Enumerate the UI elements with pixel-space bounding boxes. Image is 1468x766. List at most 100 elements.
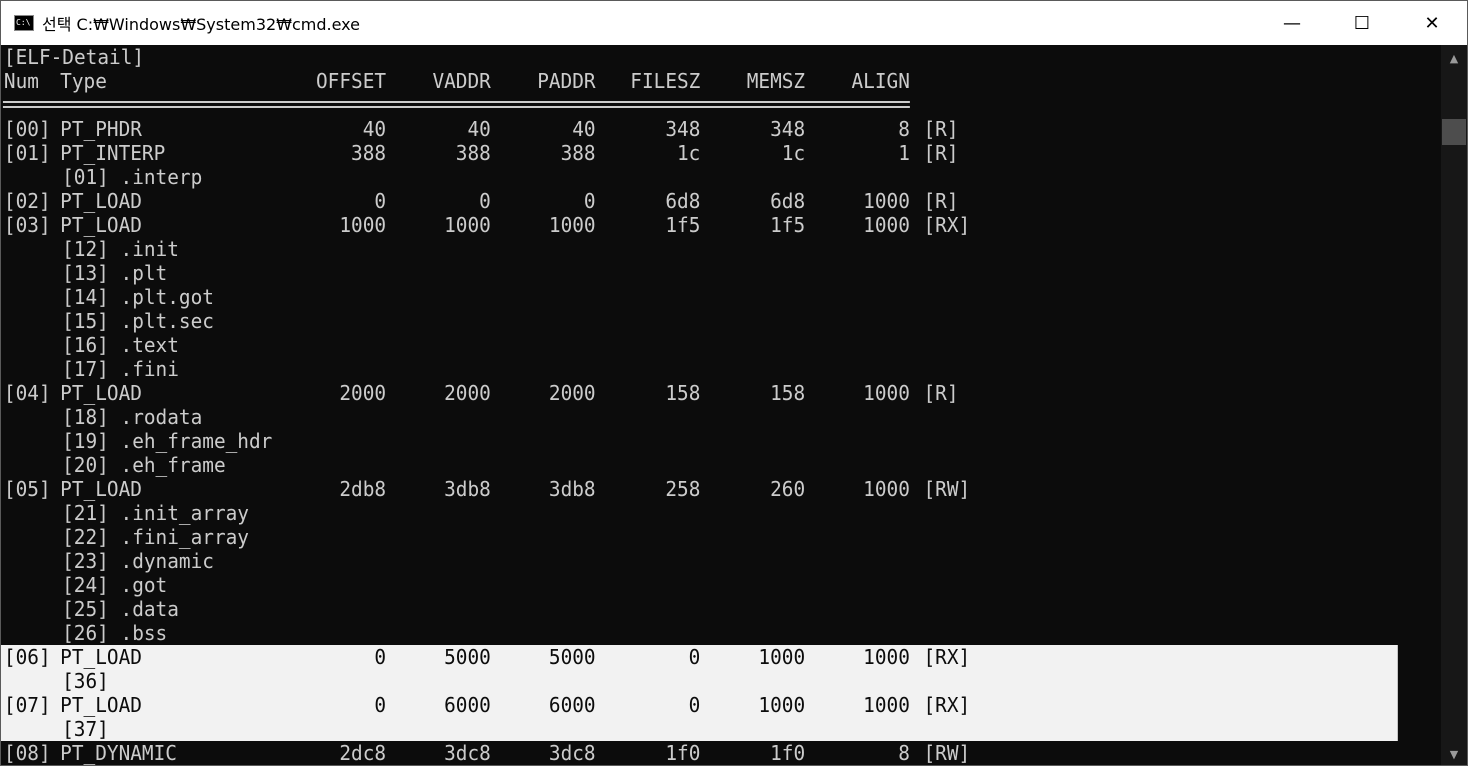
section-row[interactable]: [16] .text: [1, 333, 1398, 357]
column-header-row: Num Type OFFSET VADDR PADDR FILESZ MEMSZ…: [1, 69, 1398, 93]
section-text: [01] .interp: [62, 165, 203, 189]
section-text: [16] .text: [62, 333, 179, 357]
section-text: [14] .plt.got: [62, 285, 214, 309]
segment-row[interactable]: [02] PT_LOAD 0 0 0 6d8 6d8 1000 [R]: [1, 189, 1398, 213]
section-row[interactable]: [20] .eh_frame: [1, 453, 1398, 477]
section-row[interactable]: [26] .bss: [1, 621, 1398, 645]
segment-offset: 0: [374, 693, 387, 717]
segment-paddr: 2000: [548, 381, 596, 405]
segment-paddr: 3db8: [548, 477, 596, 501]
section-row[interactable]: [36]: [1, 669, 1398, 693]
console-heading: [ELF-Detail]: [1, 45, 1398, 69]
maximize-button[interactable]: ☐: [1327, 1, 1397, 45]
segment-row[interactable]: [06] PT_LOAD 0 5000 5000 0 1000 1000 [RX]: [1, 645, 1398, 669]
segment-row[interactable]: [05] PT_LOAD 2db8 3db8 3db8 258 260 1000 [RW]: [1, 477, 1398, 501]
section-row[interactable]: [01] .interp: [1, 165, 1398, 189]
section-row[interactable]: [18] .rodata: [1, 405, 1398, 429]
section-text: [19] .eh_frame_hdr: [62, 429, 273, 453]
separator-line: [1, 93, 1398, 117]
segment-type: PT_PHDR: [60, 117, 142, 141]
section-text: [21] .init_array: [62, 501, 249, 525]
section-row[interactable]: [25] .data: [1, 597, 1398, 621]
segment-paddr: 388: [560, 141, 596, 165]
section-row[interactable]: [13] .plt: [1, 261, 1398, 285]
section-text: [12] .init: [62, 237, 179, 261]
segment-vaddr: 3dc8: [444, 741, 491, 765]
segment-type: PT_LOAD: [60, 693, 142, 717]
vertical-scrollbar[interactable]: ▲ ▼: [1441, 45, 1467, 765]
section-row[interactable]: [14] .plt.got: [1, 285, 1398, 309]
segment-paddr: 40: [572, 117, 596, 141]
segment-vaddr: 2000: [444, 381, 491, 405]
segment-paddr: 6000: [548, 693, 596, 717]
segment-row[interactable]: [00] PT_PHDR 40 40 40 348 348 8 [R]: [1, 117, 1398, 141]
section-row[interactable]: [17] .fini: [1, 357, 1398, 381]
section-row[interactable]: [37]: [1, 717, 1398, 741]
segment-align: 8: [898, 117, 910, 141]
segment-flags: [R]: [923, 189, 959, 213]
segment-row[interactable]: [01] PT_INTERP 388 388 388 1c 1c 1 [R]: [1, 141, 1398, 165]
segment-num: [05]: [3, 477, 51, 501]
segment-vaddr: 388: [455, 141, 491, 165]
section-text: [23] .dynamic: [62, 549, 214, 573]
scroll-down-arrow-icon[interactable]: ▼: [1441, 745, 1467, 765]
section-text: [36]: [62, 669, 109, 693]
segment-filesz: 6d8: [665, 189, 701, 213]
scroll-thumb[interactable]: [1442, 119, 1466, 145]
title-bar[interactable]: C:\ 선택 C:₩Windows₩System32₩cmd.exe — ☐ ✕: [1, 1, 1467, 45]
segment-row[interactable]: [07] PT_LOAD 0 6000 6000 0 1000 1000 [RX]: [1, 693, 1398, 717]
segment-memsz: 1c: [781, 141, 806, 165]
col-paddr: PADDR: [537, 69, 596, 93]
segment-filesz: 258: [665, 477, 701, 501]
section-row[interactable]: [23] .dynamic: [1, 549, 1398, 573]
segment-num: [02]: [3, 189, 51, 213]
segment-row[interactable]: [03] PT_LOAD 1000 1000 1000 1f5 1f5 1000 [RX]: [1, 213, 1398, 237]
segment-type: PT_DYNAMIC: [60, 741, 177, 765]
segment-offset: 1000: [339, 213, 387, 237]
segment-filesz: 0: [688, 693, 701, 717]
section-row[interactable]: [19] .eh_frame_hdr: [1, 429, 1398, 453]
segment-type: PT_LOAD: [60, 477, 142, 501]
segment-paddr: 0: [583, 189, 596, 213]
segment-flags: [RX]: [923, 693, 971, 717]
section-text: [15] .plt.sec: [62, 309, 214, 333]
section-row[interactable]: [22] .fini_array: [1, 525, 1398, 549]
segment-vaddr: 0: [479, 189, 491, 213]
segment-vaddr: 5000: [444, 645, 491, 669]
col-filesz: FILESZ: [630, 69, 701, 93]
segment-filesz: 348: [665, 117, 701, 141]
segment-row[interactable]: [08] PT_DYNAMIC 2dc8 3dc8 3dc8 1f0 1f0 8 [RW]: [1, 741, 1398, 765]
section-text: [20] .eh_frame: [62, 453, 226, 477]
segment-type: PT_LOAD: [60, 381, 142, 405]
segment-row[interactable]: [04] PT_LOAD 2000 2000 2000 158 158 1000 [R]: [1, 381, 1398, 405]
section-text: [37]: [62, 717, 109, 741]
section-row[interactable]: [15] .plt.sec: [1, 309, 1398, 333]
segment-align: 1: [898, 141, 910, 165]
section-text: [26] .bss: [62, 621, 168, 645]
close-button[interactable]: ✕: [1397, 1, 1467, 45]
segment-type: PT_INTERP: [60, 141, 166, 165]
segment-type: PT_LOAD: [60, 189, 142, 213]
section-row[interactable]: [12] .init: [1, 237, 1398, 261]
segment-type: PT_LOAD: [60, 213, 142, 237]
segment-filesz: 1c: [676, 141, 701, 165]
segment-memsz: 348: [770, 117, 806, 141]
segment-align: 1000: [863, 645, 910, 669]
minimize-button[interactable]: —: [1257, 1, 1327, 45]
segment-align: 1000: [863, 477, 910, 501]
col-align: ALIGN: [851, 69, 910, 93]
section-row[interactable]: [24] .got: [1, 573, 1398, 597]
console-output[interactable]: [ELF-Detail] Num Type OFFSET VADDR PADDR…: [1, 45, 1441, 765]
scroll-up-arrow-icon[interactable]: ▲: [1441, 49, 1467, 69]
segment-offset: 2000: [339, 381, 387, 405]
section-text: [24] .got: [62, 573, 168, 597]
segment-num: [04]: [3, 381, 51, 405]
section-row[interactable]: [21] .init_array: [1, 501, 1398, 525]
segment-num: [06]: [3, 645, 51, 669]
col-type: Type: [60, 69, 107, 93]
col-offset: OFFSET: [316, 69, 387, 93]
section-text: [25] .data: [62, 597, 179, 621]
section-text: [17] .fini: [62, 357, 179, 381]
cmd-app-icon[interactable]: C:\: [14, 15, 34, 31]
segment-vaddr: 6000: [444, 693, 491, 717]
